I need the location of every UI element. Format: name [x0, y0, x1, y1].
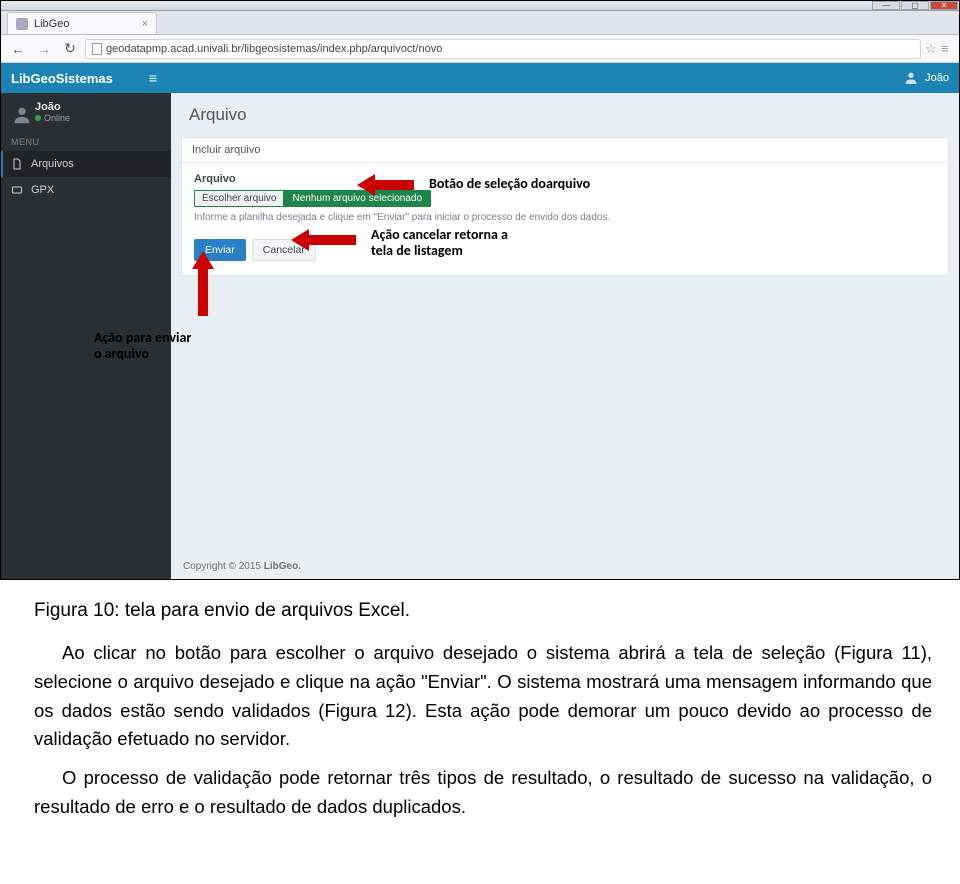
field-label-arquivo: Arquivo: [194, 173, 936, 185]
doc-paragraph-2: O processo de validação pode retornar tr…: [34, 764, 932, 821]
sidebar-item-arquivos[interactable]: Arquivos: [1, 151, 171, 177]
sidebar-toggle-icon[interactable]: ≡: [149, 70, 157, 86]
os-maximize-button[interactable]: ▢: [901, 1, 929, 10]
address-bar[interactable]: geodatapmp.acad.univali.br/libgeosistema…: [85, 39, 921, 59]
file-upload-control[interactable]: Escolher arquivo Nenhum arquivo selecion…: [194, 190, 431, 207]
browser-tab-active[interactable]: LibGeo ×: [7, 12, 157, 34]
sidebar-item-label: Arquivos: [31, 158, 74, 170]
sidebar-username: João: [35, 101, 70, 113]
form-help-text: Informe a planilha desejada e clique em …: [194, 212, 936, 223]
submit-button[interactable]: Enviar: [194, 239, 246, 261]
sidebar-item-label: GPX: [31, 184, 54, 196]
page-icon: [92, 43, 102, 55]
os-minimize-button[interactable]: —: [872, 1, 900, 10]
url-text: geodatapmp.acad.univali.br/libgeosistema…: [106, 43, 442, 55]
nav-back-button[interactable]: ←: [7, 38, 29, 60]
form-panel: Incluir arquivo Arquivo Escolher arquivo…: [181, 137, 949, 276]
choose-file-button[interactable]: Escolher arquivo: [195, 191, 284, 206]
nav-reload-button[interactable]: ↻: [59, 38, 81, 60]
cancel-button[interactable]: Cancelar: [252, 239, 316, 261]
panel-heading: Incluir arquivo: [182, 138, 948, 163]
no-file-selected-text: Nenhum arquivo selecionado: [284, 191, 430, 206]
tab-close-icon[interactable]: ×: [142, 18, 148, 30]
page-title: Arquivo: [171, 93, 959, 129]
sidebar-user-block: João Online: [1, 93, 171, 131]
os-titlebar: — ▢ ✕: [1, 1, 959, 11]
doc-paragraph-1: Ao clicar no botão para escolher o arqui…: [34, 639, 932, 754]
browser-toolbar: ← → ↻ geodatapmp.acad.univali.br/libgeos…: [1, 35, 959, 63]
sidebar-user-status: Online: [35, 113, 70, 123]
browser-menu-icon[interactable]: ≡: [941, 41, 953, 56]
favicon-icon: [16, 18, 28, 30]
app-header: LibGeoSistemas ≡ João: [1, 63, 959, 93]
online-dot-icon: [35, 115, 41, 121]
screenshot-frame: — ▢ ✕ LibGeo × ← → ↻ geodatapmp.acad.uni…: [0, 0, 960, 580]
sidebar: João Online MENU Arquivos GPX: [1, 93, 171, 579]
file-icon: [11, 158, 23, 170]
document-body: Figura 10: tela para envio de arquivos E…: [0, 580, 960, 857]
figure-caption: Figura 10: tela para envio de arquivos E…: [34, 596, 932, 625]
bookmark-star-icon[interactable]: ☆: [925, 41, 937, 57]
content-area: Arquivo Incluir arquivo Arquivo Escolher…: [171, 93, 959, 579]
sidebar-item-gpx[interactable]: GPX: [1, 177, 171, 203]
app-brand: LibGeoSistemas: [11, 71, 113, 86]
nav-forward-button[interactable]: →: [33, 38, 55, 60]
gpx-icon: [11, 184, 23, 196]
os-close-button[interactable]: ✕: [930, 1, 958, 10]
footer: Copyright © 2015 LibGeo.: [171, 554, 959, 579]
sidebar-menu-title: MENU: [1, 131, 171, 151]
sidebar-avatar-icon: [11, 104, 27, 120]
browser-tabstrip: LibGeo ×: [1, 11, 959, 35]
browser-tab-title: LibGeo: [34, 18, 69, 30]
app-body: João Online MENU Arquivos GPX Arquivo In…: [1, 93, 959, 579]
header-avatar-icon: [903, 70, 919, 86]
header-username[interactable]: João: [925, 72, 949, 84]
